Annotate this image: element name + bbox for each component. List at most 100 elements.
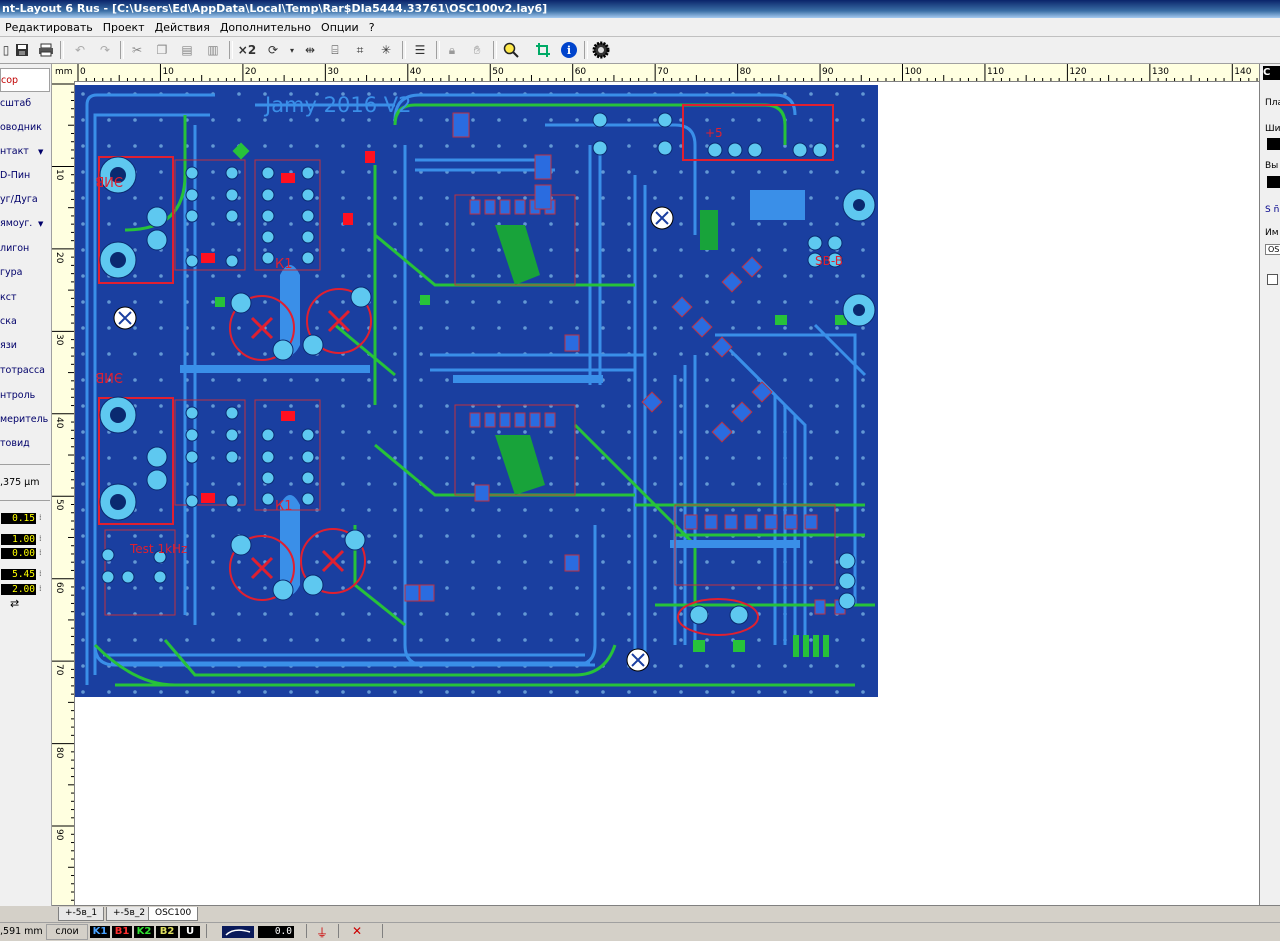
chevron-down-icon[interactable]: ▼ xyxy=(38,212,43,236)
tool-measure[interactable]: меритель xyxy=(0,408,50,432)
tool-test[interactable]: нтроль xyxy=(0,384,50,408)
copy-icon[interactable]: ❐ xyxy=(152,40,172,60)
layout-canvas[interactable]: Jamy 2016 V2 ЭИВ ЭИВ К1 К1 Test 1kHz SB-… xyxy=(75,82,1259,905)
tool-label: нтакт xyxy=(0,146,29,157)
chevron-down-icon[interactable]: ▼ xyxy=(38,140,43,164)
ruler-label: 60 xyxy=(54,581,64,594)
layer-k2-button[interactable]: K2 xyxy=(134,926,154,938)
menu-options[interactable]: Опции xyxy=(316,21,364,34)
tool-text[interactable]: кст xyxy=(0,286,50,310)
lock-icon[interactable]: 🔒︎ xyxy=(442,40,462,60)
zoom-icon[interactable] xyxy=(501,40,521,60)
ruler-label: 70 xyxy=(657,67,669,77)
ruler-label: 80 xyxy=(54,746,64,759)
ruler-label: 100 xyxy=(904,67,922,77)
pad-inner-value[interactable]: 0.00 xyxy=(1,548,36,559)
panel-checkbox[interactable] xyxy=(1267,274,1278,285)
tool-arc[interactable]: уг/Дуга xyxy=(0,188,50,212)
menu-project[interactable]: Проект xyxy=(98,21,150,34)
menu-help[interactable]: ? xyxy=(364,21,380,34)
spin-icon[interactable]: ⁞ xyxy=(39,534,42,543)
delete-icon[interactable]: ▥ xyxy=(203,40,223,60)
gear-icon[interactable] xyxy=(591,40,611,60)
save-icon[interactable] xyxy=(12,40,32,60)
pcb-board[interactable]: Jamy 2016 V2 ЭИВ ЭИВ К1 К1 Test 1kHz SB-… xyxy=(75,85,878,697)
layer-u-button[interactable]: U xyxy=(180,926,200,938)
mirror-icon[interactable]: ⇹ xyxy=(300,40,320,60)
tab-board-1[interactable]: +-5в_1 xyxy=(58,907,105,921)
ruler-label: 90 xyxy=(822,67,834,77)
spin-icon[interactable]: ⁞ xyxy=(39,513,42,522)
board-label: К1 xyxy=(275,499,293,514)
smd-height-value[interactable]: 2.00 xyxy=(1,584,36,595)
grid-value: ,375 µm xyxy=(0,477,40,488)
ruler-label: 40 xyxy=(54,416,64,429)
toolbar-separator xyxy=(584,41,588,59)
tool-cursor[interactable]: сор xyxy=(0,68,50,92)
board-label: ЭИВ xyxy=(95,173,123,188)
menu-actions[interactable]: Действия xyxy=(150,21,215,34)
board-title-text: Jamy 2016 V2 xyxy=(263,93,411,117)
ruler-label: 50 xyxy=(54,499,64,511)
angle-value[interactable]: 0.0 xyxy=(258,926,294,938)
ruler-label: 60 xyxy=(574,67,587,77)
tool-label: уг/Дуга xyxy=(0,194,38,205)
pad-outer-value[interactable]: 1.00 xyxy=(1,534,36,545)
undo-icon[interactable]: ↶ xyxy=(70,40,90,60)
tool-panel: сор сштаб оводник нтакт ▼ D-Пин уг/Дуга я… xyxy=(0,64,52,906)
tool-rectangle[interactable]: ямоуг. ▼ xyxy=(0,212,50,236)
tool-track[interactable]: оводник xyxy=(0,116,50,140)
color-swatch[interactable] xyxy=(1267,176,1280,188)
spin-icon[interactable]: ⁞ xyxy=(39,584,42,593)
crop-icon[interactable] xyxy=(533,40,553,60)
divider xyxy=(0,464,50,465)
tool-figure[interactable]: гура xyxy=(0,261,50,285)
tab-osc100[interactable]: OSC100 xyxy=(148,907,199,921)
layer-b2-button[interactable]: B2 xyxy=(156,926,178,938)
tool-pad[interactable]: нтакт ▼ xyxy=(0,140,50,164)
tab-board-2[interactable]: +-5в_2 xyxy=(106,907,153,921)
x2-button[interactable]: ×2 xyxy=(236,40,258,60)
toolbar-separator xyxy=(493,41,497,59)
tool-smd-pad[interactable]: D-Пин xyxy=(0,164,50,188)
spin-icon[interactable]: ⁞ xyxy=(39,569,42,578)
layers-icon[interactable]: ☰ xyxy=(410,40,430,60)
menu-edit[interactable]: Редактировать xyxy=(0,21,98,34)
ruler-label: 80 xyxy=(739,67,752,77)
spin-icon[interactable]: ⁞ xyxy=(39,548,42,557)
name-field[interactable]: OS xyxy=(1265,244,1280,255)
status-bar: ,591 mm слои K1 B1 K2 B2 U 0.0 ⏚ ✕ xyxy=(0,922,1280,940)
settings-icon[interactable]: ✳ xyxy=(376,40,396,60)
ruler-label: 30 xyxy=(54,334,64,346)
tool-autoroute[interactable]: тотрасса xyxy=(0,359,50,383)
tool-photoview[interactable]: товид xyxy=(0,432,50,456)
tool-connections[interactable]: язи xyxy=(0,334,50,358)
ruler-label: 90 xyxy=(54,829,64,841)
tool-mask[interactable]: ска xyxy=(0,310,50,334)
paste-icon[interactable]: ▤ xyxy=(177,40,197,60)
menu-bar: Редактировать Проект Действия Дополнител… xyxy=(0,18,1280,37)
group-icon[interactable]: ⌸ xyxy=(325,40,345,60)
hand-icon[interactable]: ✋︎ xyxy=(467,40,487,60)
rotate-icon[interactable]: ⟳ xyxy=(263,40,283,60)
ruler-label: 40 xyxy=(409,67,422,77)
smd-width-value[interactable]: 5.45 xyxy=(1,569,36,580)
redo-icon[interactable]: ↷ xyxy=(95,40,115,60)
probe-icon[interactable]: ⏚ xyxy=(316,924,328,941)
tool-polygon[interactable]: лигон xyxy=(0,237,50,261)
color-swatch[interactable] xyxy=(1267,138,1280,150)
cut-icon[interactable]: ✂ xyxy=(127,40,147,60)
chevron-down-icon[interactable]: ▾ xyxy=(282,40,302,60)
swap-icon[interactable]: ⇄ xyxy=(10,597,19,610)
drc-icon[interactable]: ✕ xyxy=(352,924,362,938)
align-icon[interactable]: ⌗ xyxy=(350,40,370,60)
menu-extra[interactable]: Дополнительно xyxy=(215,21,316,34)
grid-toggle-icon[interactable] xyxy=(222,926,254,938)
track-width-value[interactable]: 0.15 xyxy=(1,513,36,524)
info-icon[interactable]: i xyxy=(559,40,579,60)
panel-header: C xyxy=(1263,66,1280,80)
layer-b1-button[interactable]: B1 xyxy=(112,926,132,938)
layer-k1-button[interactable]: K1 xyxy=(90,926,110,938)
print-icon[interactable] xyxy=(36,40,56,60)
tool-zoom[interactable]: сштаб xyxy=(0,92,50,116)
